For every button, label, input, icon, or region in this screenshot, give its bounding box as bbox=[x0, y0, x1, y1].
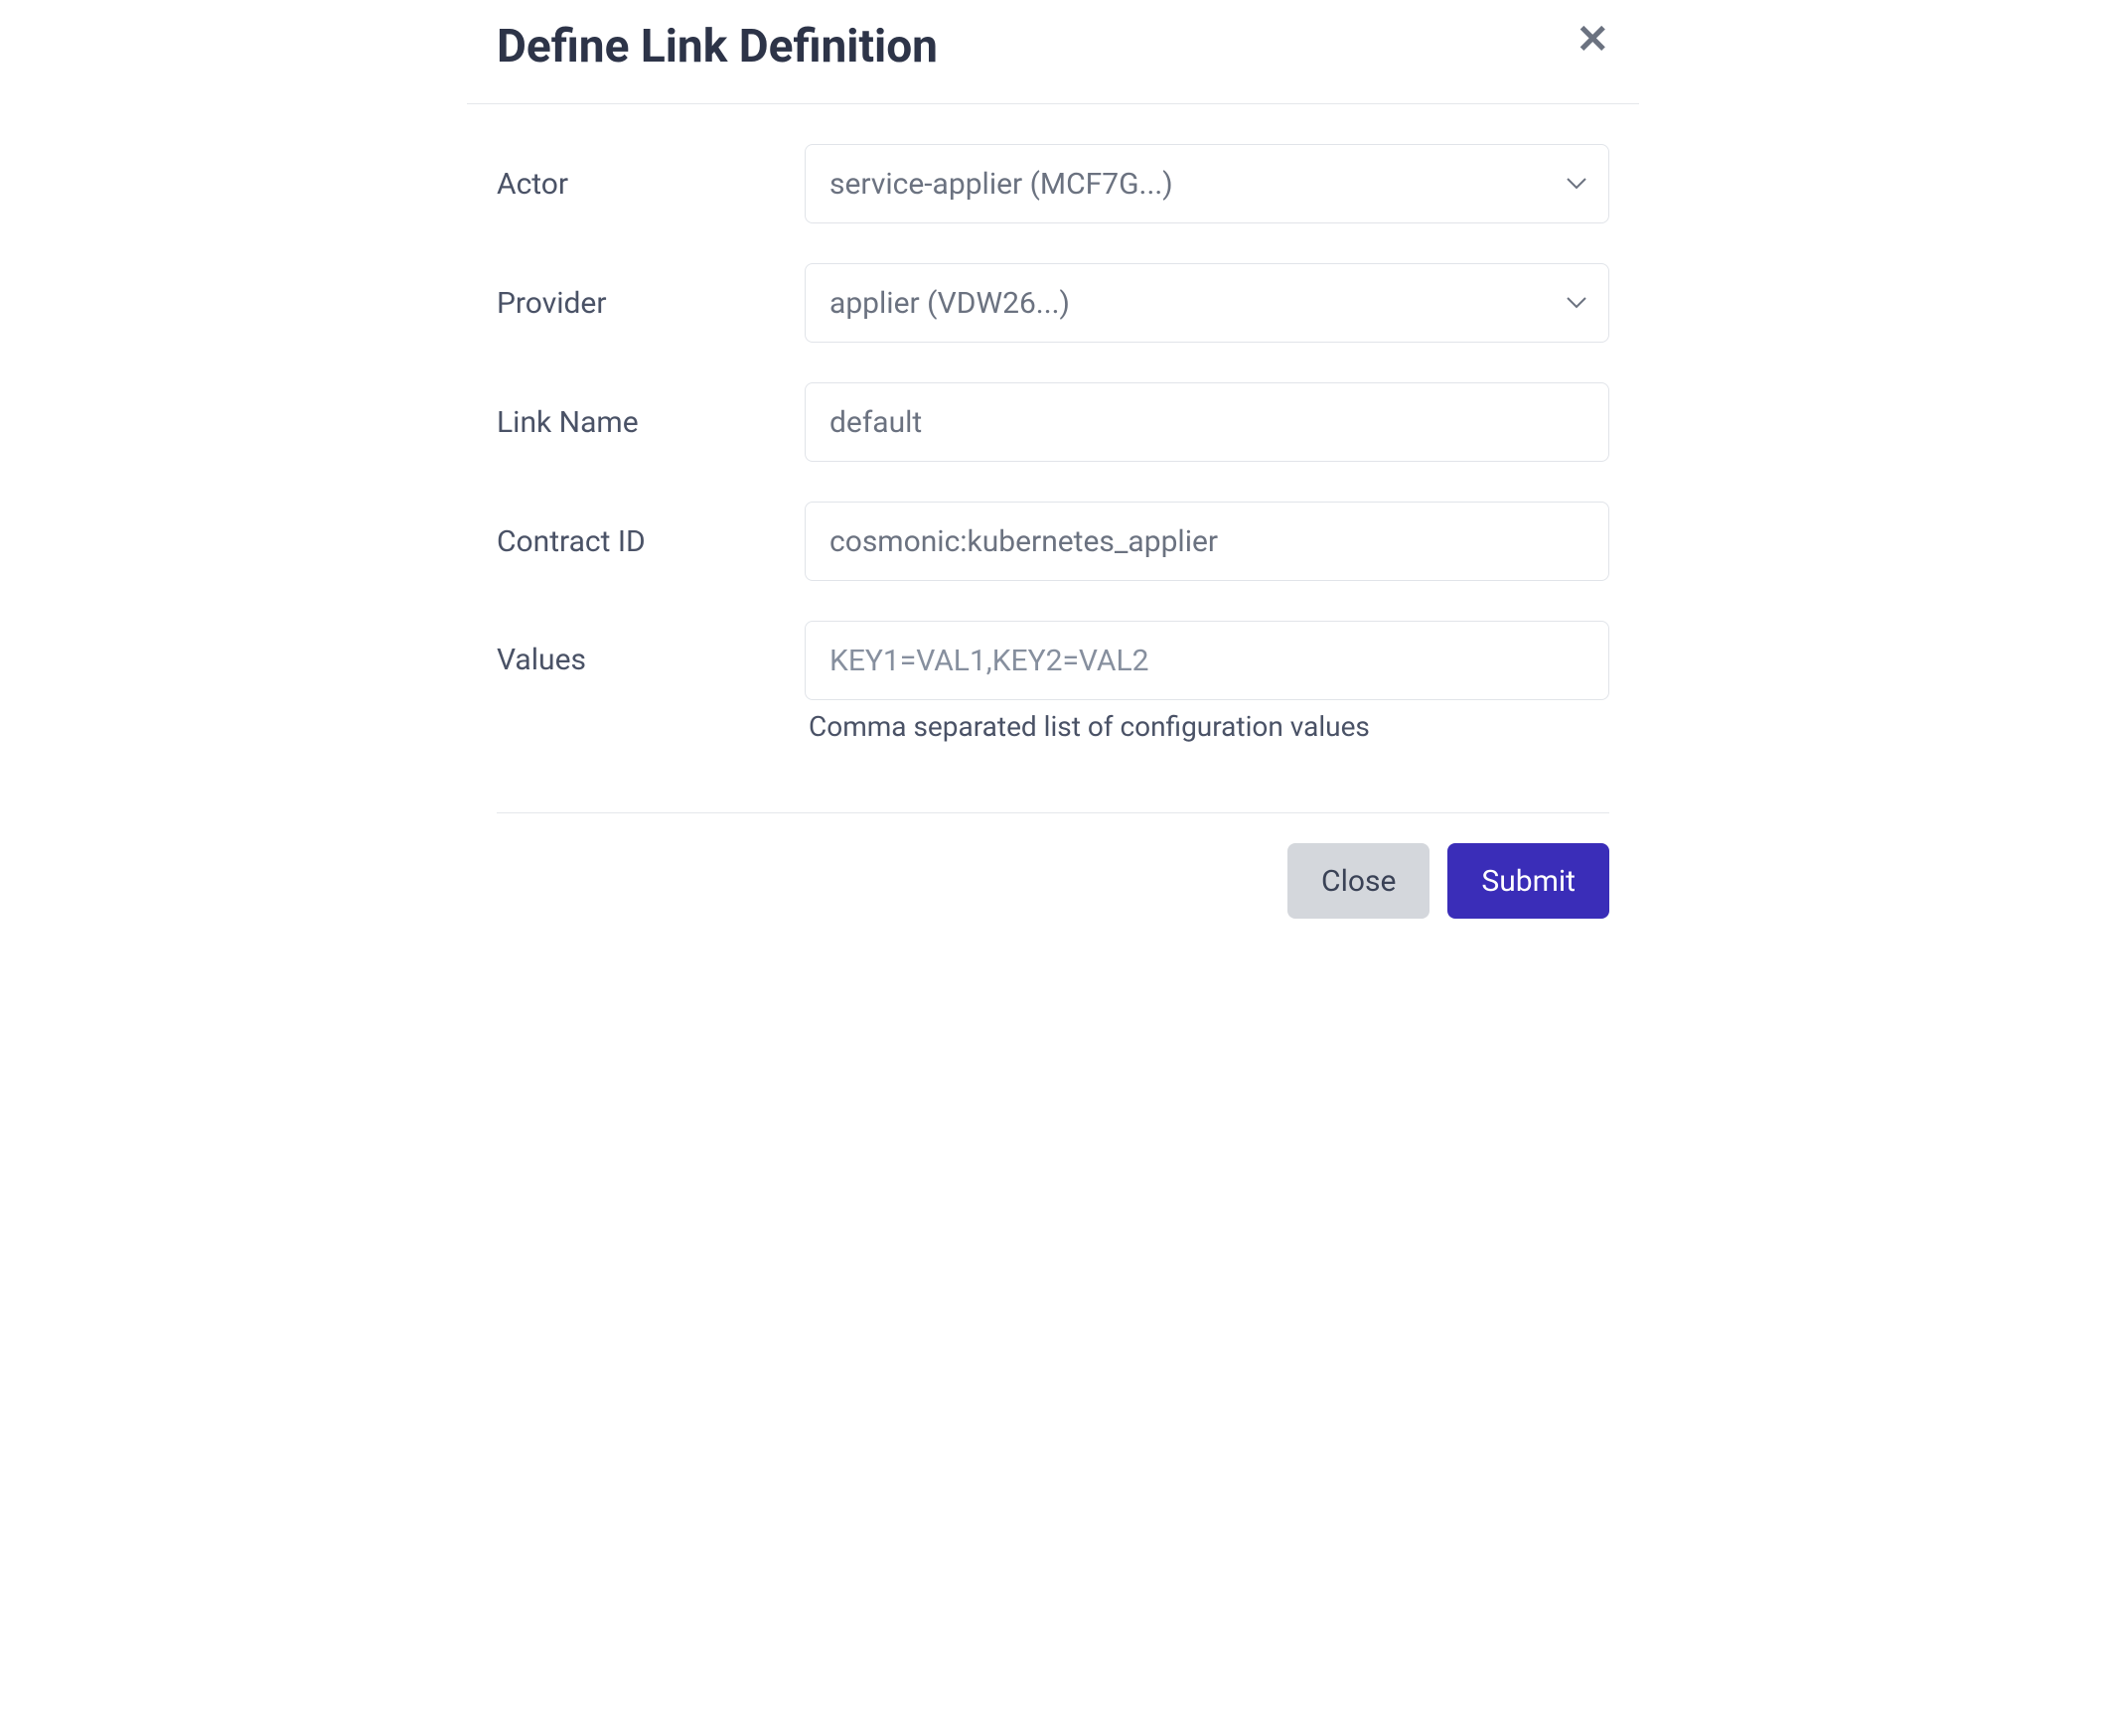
provider-row: Provider applier (VDW26...) bbox=[497, 263, 1609, 343]
link-name-control bbox=[805, 382, 1609, 462]
actor-row: Actor service-applier (MCF7G...) bbox=[497, 144, 1609, 223]
link-name-row: Link Name bbox=[497, 382, 1609, 462]
actor-control: service-applier (MCF7G...) bbox=[805, 144, 1609, 223]
modal-header: Define Link Definition ✕ bbox=[467, 0, 1639, 104]
provider-control: applier (VDW26...) bbox=[805, 263, 1609, 343]
close-button[interactable]: Close bbox=[1287, 843, 1429, 919]
provider-label: Provider bbox=[497, 286, 805, 321]
values-row: Values Comma separated list of configura… bbox=[497, 621, 1609, 743]
contract-id-row: Contract ID bbox=[497, 502, 1609, 581]
values-help-text: Comma separated list of configuration va… bbox=[809, 710, 1609, 743]
actor-select[interactable]: service-applier (MCF7G...) bbox=[805, 144, 1609, 223]
modal-title: Define Link Definition bbox=[497, 20, 938, 73]
modal-body: Actor service-applier (MCF7G...) Provide… bbox=[467, 104, 1639, 802]
provider-select[interactable]: applier (VDW26...) bbox=[805, 263, 1609, 343]
contract-id-input[interactable] bbox=[805, 502, 1609, 581]
submit-button[interactable]: Submit bbox=[1447, 843, 1609, 919]
values-input[interactable] bbox=[805, 621, 1609, 700]
close-icon[interactable]: ✕ bbox=[1576, 20, 1609, 60]
contract-id-control bbox=[805, 502, 1609, 581]
link-name-input[interactable] bbox=[805, 382, 1609, 462]
values-label: Values bbox=[497, 621, 805, 677]
modal-footer: Close Submit bbox=[467, 813, 1639, 939]
link-name-label: Link Name bbox=[497, 405, 805, 440]
contract-id-label: Contract ID bbox=[497, 524, 805, 559]
values-control: Comma separated list of configuration va… bbox=[805, 621, 1609, 743]
actor-label: Actor bbox=[497, 167, 805, 202]
link-definition-modal: Define Link Definition ✕ Actor service-a… bbox=[467, 0, 1639, 939]
